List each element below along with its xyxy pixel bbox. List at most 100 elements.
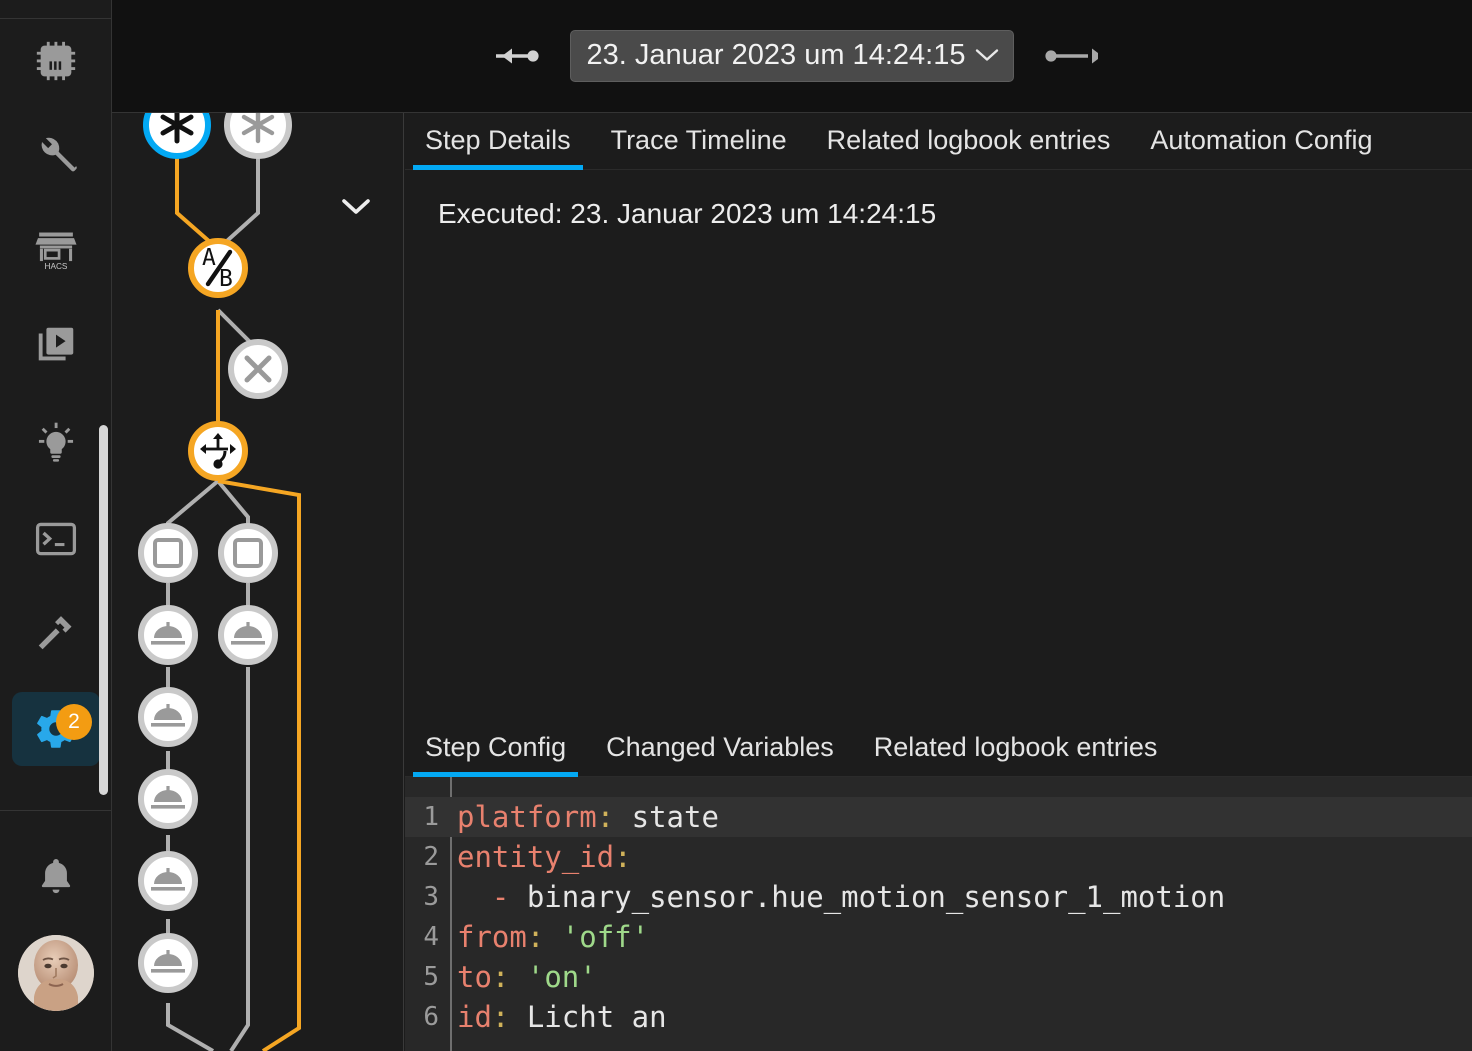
graph-collapse-button[interactable]: [333, 186, 379, 226]
graph-node-condition-ab[interactable]: A B: [191, 241, 245, 295]
sidebar-item-developer-tools[interactable]: [12, 118, 100, 192]
tab-changed-variables[interactable]: Changed Variables: [586, 732, 854, 776]
chip-icon: [33, 38, 79, 84]
sidebar-item-settings[interactable]: 2: [12, 692, 100, 766]
code-token: from: [457, 920, 527, 954]
code-token: [457, 880, 492, 914]
chevron-down-icon: [975, 48, 999, 62]
code-line: 5to: 'on': [405, 957, 1472, 997]
code-token: -: [492, 880, 509, 914]
code-token: state: [614, 800, 719, 834]
code-line-number: 2: [405, 837, 450, 877]
code-line-number: 3: [405, 877, 450, 917]
code-token: 'on': [527, 960, 597, 994]
sidebar-divider-bottom: [0, 810, 112, 811]
arrow-left-icon[interactable]: [486, 41, 548, 71]
code-token: :: [614, 840, 631, 874]
tab-automation-config[interactable]: Automation Config: [1130, 125, 1392, 169]
code-token: 'off': [562, 920, 649, 954]
code-line-number: 6: [405, 997, 450, 1037]
code-line: 3 - binary_sensor.hue_motion_sensor_1_mo…: [405, 877, 1472, 917]
svg-text:A: A: [202, 245, 216, 271]
automation-trace-screen: HACS: [0, 0, 1472, 1051]
code-token: :: [527, 920, 544, 954]
tab-step-details[interactable]: Step Details: [405, 125, 591, 169]
settings-badge: 2: [56, 704, 92, 740]
graph-node-service-l4[interactable]: [141, 854, 195, 908]
sidebar-item-hacs[interactable]: HACS: [12, 212, 100, 286]
code-token: binary_sensor.hue_motion_sensor_1_motion: [509, 880, 1225, 914]
user-avatar[interactable]: [18, 935, 94, 1011]
code-line: 4from: 'off': [405, 917, 1472, 957]
sidebar-scrollbar[interactable]: [99, 425, 108, 795]
code-line-text: entity_id:: [450, 837, 632, 877]
yaml-code-block[interactable]: 1platform: state2entity_id:3 - binary_se…: [405, 777, 1472, 1051]
media-icon: [33, 322, 79, 368]
graph-node-choose[interactable]: [191, 424, 245, 478]
sidebar-item-tools[interactable]: [12, 596, 100, 670]
chevron-down-icon: [336, 194, 376, 218]
tab-trace-timeline[interactable]: Trace Timeline: [591, 125, 807, 169]
graph-node-service-l5[interactable]: [141, 936, 195, 990]
main-sidebar: HACS: [0, 0, 112, 1051]
tab-config-related-logbook-entries[interactable]: Related logbook entries: [854, 732, 1178, 776]
code-line: 1platform: state: [405, 797, 1472, 837]
code-token: :: [492, 960, 509, 994]
graph-node-condition-not[interactable]: [231, 342, 285, 396]
graph-node-service-l1[interactable]: [141, 608, 195, 662]
code-token: [544, 920, 561, 954]
arrow-right-icon[interactable]: [1036, 41, 1098, 71]
graph-node-trigger-1[interactable]: [146, 113, 208, 156]
code-token: [509, 960, 526, 994]
graph-node-service-l3[interactable]: [141, 772, 195, 826]
svg-text:B: B: [219, 266, 233, 292]
trace-select-label: 23. Januar 2023 um 14:24:15: [587, 38, 966, 72]
avatar-image: [18, 935, 94, 1011]
code-line: 6id: Licht an: [405, 997, 1472, 1037]
trace-graph: A B: [113, 113, 404, 1051]
tab-step-config[interactable]: Step Config: [405, 732, 586, 776]
code-line-text: platform: state: [450, 797, 719, 837]
code-token: :: [492, 1000, 509, 1034]
wrench-icon: [33, 132, 79, 178]
code-line-list: 1platform: state2entity_id:3 - binary_se…: [405, 797, 1472, 1037]
bulb-icon: [33, 420, 79, 466]
step-details-pane: Step Details Trace Timeline Related logb…: [405, 113, 1472, 720]
hacs-label: HACS: [45, 262, 68, 271]
trace-select[interactable]: 23. Januar 2023 um 14:24:15: [570, 30, 1015, 82]
detail-tabbar: Step Details Trace Timeline Related logb…: [405, 113, 1472, 170]
sidebar-item-esphome[interactable]: [12, 24, 100, 98]
trace-header: 23. Januar 2023 um 14:24:15: [112, 0, 1472, 113]
executed-timestamp: Executed: 23. Januar 2023 um 14:24:15: [438, 197, 936, 231]
code-token: platform: [457, 800, 597, 834]
code-line-text: - binary_sensor.hue_motion_sensor_1_moti…: [450, 877, 1225, 917]
graph-node-stop-right[interactable]: [221, 526, 275, 580]
sidebar-item-notifications[interactable]: [12, 840, 100, 914]
code-line-number: 1: [405, 797, 450, 837]
sidebar-item-terminal[interactable]: [12, 502, 100, 576]
code-token: id: [457, 1000, 492, 1034]
config-tabbar: Step Config Changed Variables Related lo…: [405, 720, 1472, 777]
code-token: Licht an: [509, 1000, 666, 1034]
hammer-icon: [33, 610, 79, 656]
graph-node-service-r1[interactable]: [221, 608, 275, 662]
step-config-pane: Step Config Changed Variables Related lo…: [405, 720, 1472, 1051]
sidebar-item-media[interactable]: [12, 308, 100, 382]
code-line-text: to: 'on': [450, 957, 597, 997]
graph-node-service-l2[interactable]: [141, 690, 195, 744]
code-top-padding: [405, 777, 1472, 797]
trace-picker-row: 23. Januar 2023 um 14:24:15: [112, 0, 1472, 112]
terminal-icon: [33, 516, 79, 562]
code-line: 2entity_id:: [405, 837, 1472, 877]
trace-graph-panel[interactable]: A B: [113, 113, 404, 1051]
code-line-number: 4: [405, 917, 450, 957]
code-line-text: id: Licht an: [450, 997, 667, 1037]
code-token: entity_id: [457, 840, 614, 874]
graph-node-stop-left[interactable]: [141, 526, 195, 580]
graph-node-trigger-2[interactable]: [227, 113, 289, 156]
tab-related-logbook-entries[interactable]: Related logbook entries: [807, 125, 1131, 169]
code-token: :: [597, 800, 614, 834]
sidebar-item-lights[interactable]: [12, 406, 100, 480]
bell-icon: [33, 854, 79, 900]
code-line-number: 5: [405, 957, 450, 997]
